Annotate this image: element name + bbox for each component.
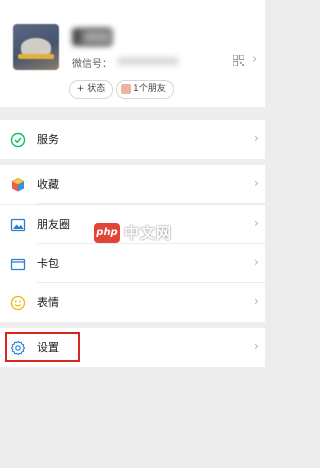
moments-label: 朋友圈 bbox=[37, 218, 70, 231]
chevron-right-icon: › bbox=[252, 52, 258, 67]
status-button[interactable]: + 状态 bbox=[69, 80, 113, 99]
chevron-right-icon: › bbox=[254, 255, 259, 269]
smiley-icon bbox=[10, 295, 26, 311]
favorites-cube-icon bbox=[11, 178, 25, 192]
friends-status-chip[interactable]: 1个朋友 bbox=[116, 80, 174, 99]
chevron-right-icon: › bbox=[254, 294, 259, 308]
favorites-label: 收藏 bbox=[37, 178, 59, 191]
menu-item-favorites[interactable]: 收藏 › bbox=[0, 165, 265, 204]
settings-highlight-box bbox=[5, 332, 80, 362]
avatar[interactable] bbox=[13, 24, 59, 70]
qr-code-icon[interactable] bbox=[233, 55, 244, 66]
services-icon bbox=[10, 132, 26, 148]
chevron-right-icon: › bbox=[254, 176, 259, 190]
friends-label: 1个朋友 bbox=[133, 84, 166, 94]
chevron-right-icon: › bbox=[254, 216, 259, 230]
wechat-id-label: 微信号： bbox=[72, 59, 112, 70]
services-label: 服务 bbox=[37, 133, 59, 146]
cards-label: 卡包 bbox=[37, 257, 59, 270]
watermark: php 中文网 bbox=[94, 222, 172, 243]
menu-item-cards[interactable]: 卡包 › bbox=[0, 244, 265, 283]
status-label: + 状态 bbox=[76, 84, 106, 94]
moments-picture-icon bbox=[10, 218, 26, 232]
stickers-label: 表情 bbox=[37, 296, 59, 309]
chevron-right-icon: › bbox=[254, 339, 259, 353]
card-wallet-icon bbox=[10, 258, 26, 271]
profile-header[interactable]: 微信号： › + 状态 1个朋友 bbox=[0, 0, 265, 107]
friend-avatar-icon bbox=[121, 84, 131, 94]
chevron-right-icon: › bbox=[254, 131, 259, 145]
watermark-text: 中文网 bbox=[124, 224, 173, 242]
wechat-id-blurred bbox=[118, 57, 178, 65]
menu-item-stickers[interactable]: 表情 › bbox=[0, 283, 265, 322]
watermark-logo: php bbox=[94, 222, 120, 243]
menu-item-services[interactable]: 服务 › bbox=[0, 120, 265, 159]
